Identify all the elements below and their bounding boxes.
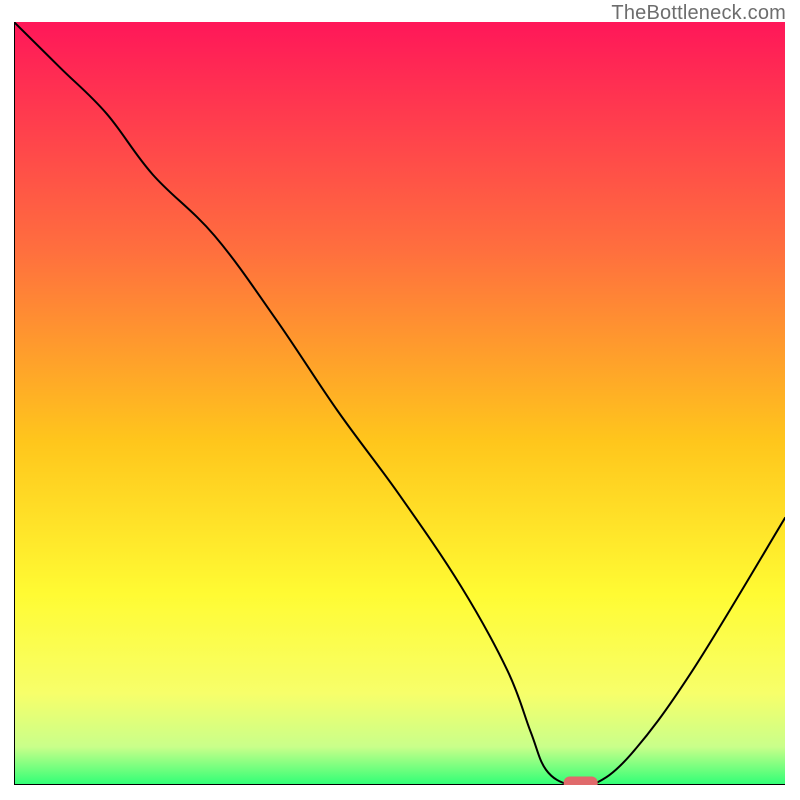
watermark-label: TheBottleneck.com [611,2,786,25]
chart-svg [14,22,785,785]
optimal-marker [564,777,598,786]
bottleneck-chart: TheBottleneck.com [0,0,800,800]
gradient-background [14,22,785,785]
